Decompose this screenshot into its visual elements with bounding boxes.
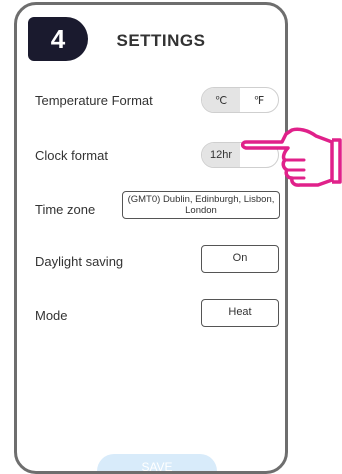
temperature-format-label: Temperature Format [35,93,153,108]
celsius-option[interactable]: ℃ [202,88,240,112]
clock-12hr-option[interactable]: 12hr [202,143,240,167]
fahrenheit-option[interactable]: ℉ [240,88,278,112]
page-title: SETTINGS [116,31,206,50]
time-zone-select[interactable]: (GMT0) Dublin, Edinburgh, Lisbon, London [122,191,280,219]
pointing-hand-icon [240,127,342,187]
temperature-format-toggle[interactable]: ℃ ℉ [201,87,279,113]
daylight-saving-button[interactable]: On [201,245,279,273]
mode-label: Mode [35,308,68,323]
save-button[interactable]: SAVE [97,454,217,471]
daylight-saving-label: Daylight saving [35,254,124,269]
time-zone-label: Time zone [35,202,96,217]
clock-format-label: Clock format [35,148,108,163]
phone-frame: 4 SETTINGS Temperature Format ℃ ℉ Clock … [14,2,288,474]
mode-button[interactable]: Heat [201,299,279,327]
